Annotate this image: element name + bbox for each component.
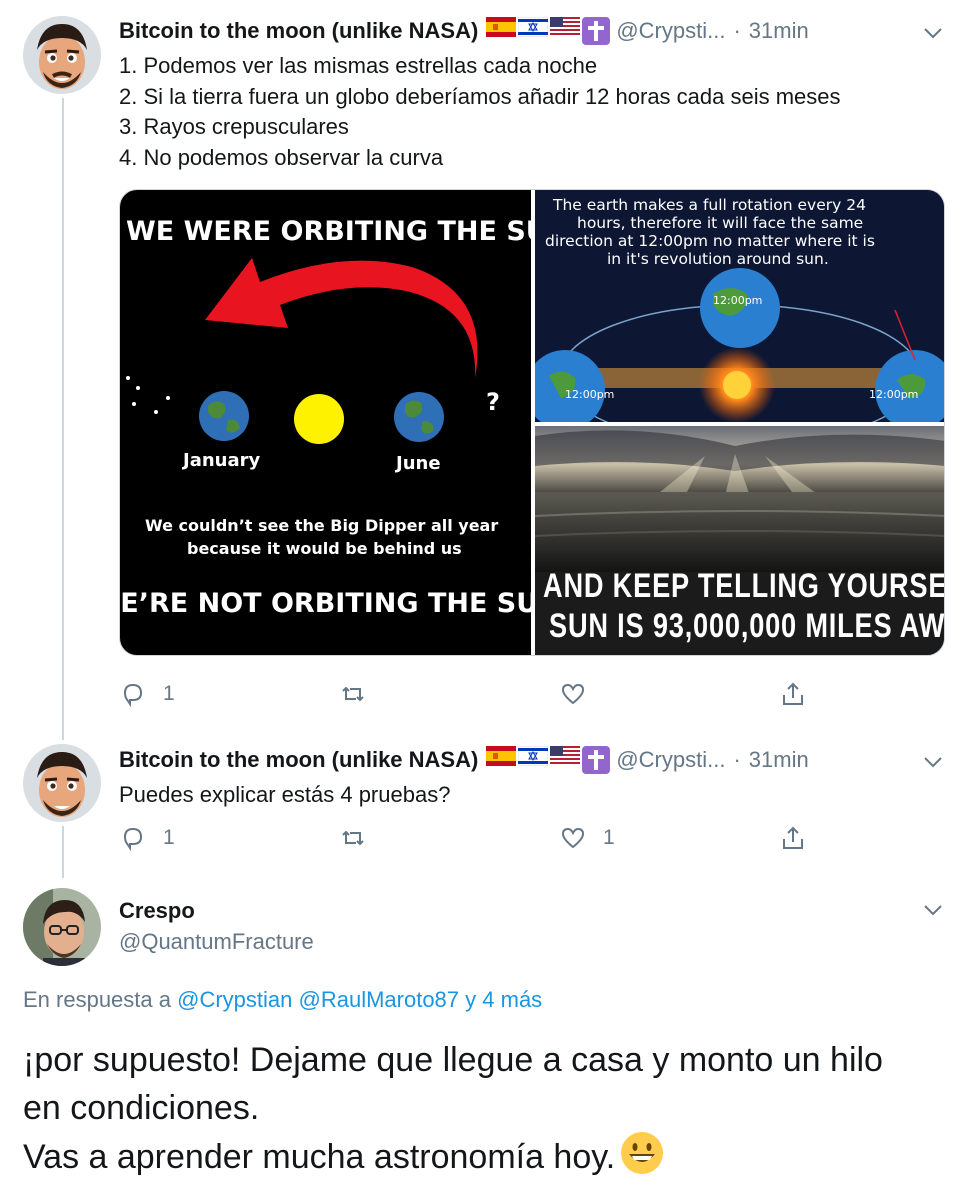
retweet-icon <box>342 686 364 702</box>
image-caption: hours, therefore it will face the same <box>577 214 864 232</box>
latin-cross-icon <box>582 746 611 774</box>
tweet-line: Puedes explicar estás 4 pruebas? <box>119 782 451 807</box>
usa-flag-icon <box>550 746 581 766</box>
sun-icon <box>294 394 344 444</box>
mention-link[interactable]: @Crypstian <box>177 987 292 1012</box>
grinning-face-emoji-icon <box>621 1132 664 1174</box>
label-january: January <box>183 450 261 471</box>
reply-prefix: En respuesta a <box>23 987 171 1012</box>
reply-icon <box>123 827 143 852</box>
separator-dot: · <box>733 18 741 43</box>
thread-connector <box>62 826 64 878</box>
chevron-down-icon[interactable] <box>920 20 946 46</box>
chevron-down-icon[interactable] <box>920 749 946 775</box>
separator-dot: · <box>733 747 741 772</box>
chevron-down-icon[interactable] <box>920 897 946 923</box>
user-handle[interactable]: @Crypsti... <box>616 747 725 773</box>
israel-flag-icon <box>518 746 549 766</box>
image-caption: ’E’RE NOT ORBITING THE SU <box>120 588 531 619</box>
retweet-icon <box>342 830 364 846</box>
tweet-line: 1. Podemos ver las mismas estrellas cada… <box>119 53 598 78</box>
avatar[interactable] <box>23 16 101 94</box>
avatar[interactable] <box>23 744 101 822</box>
share-button[interactable] <box>779 680 807 708</box>
time-label: 12:00pm <box>565 388 615 401</box>
label-june: June <box>396 453 441 474</box>
reply-line: en condiciones. <box>23 1089 260 1127</box>
user-handle[interactable]: @QuantumFracture <box>119 929 314 955</box>
display-name[interactable]: Bitcoin to the moon (unlike NASA) <box>119 747 478 773</box>
reply-button[interactable]: 1 <box>119 680 175 708</box>
tweet-actions: 1 <box>119 680 819 712</box>
reply-icon <box>123 683 143 708</box>
thread-connector <box>62 98 64 740</box>
more-mentions-link[interactable]: y 4 más <box>465 987 542 1012</box>
user-handle[interactable]: @Crypsti... <box>616 18 725 44</box>
image-caption: because it would be behind us <box>187 539 462 558</box>
share-button[interactable] <box>779 824 807 852</box>
like-button[interactable] <box>559 680 603 708</box>
usa-flag-icon <box>550 17 581 37</box>
question-mark: ? <box>486 388 500 416</box>
media-image-orbit[interactable]: WE WERE ORBITING THE SU ? January June W… <box>120 190 531 655</box>
tweet-header: Bitcoin to the moon (unlike NASA) @Cryps… <box>119 17 809 45</box>
like-button[interactable]: 1 <box>559 824 615 852</box>
image-caption: SUN IS 93,000,000 MILES AWAY <box>549 607 945 645</box>
latin-cross-icon <box>582 17 611 45</box>
media-image-sunrays[interactable]: AND KEEP TELLING YOURSELF THAT SUN IS 93… <box>535 426 945 655</box>
timestamp[interactable]: 31min <box>749 747 809 773</box>
reply-line: ¡por supuesto! Dejame que llegue a casa … <box>23 1041 883 1079</box>
share-icon <box>783 682 803 705</box>
time-label: 12:00pm <box>713 294 763 307</box>
heart-icon <box>561 827 585 849</box>
stars-icon <box>126 376 170 414</box>
spain-flag-icon <box>486 746 517 766</box>
red-arrow-icon <box>205 258 478 378</box>
retweet-button[interactable] <box>339 680 383 708</box>
retweet-button[interactable] <box>339 824 383 852</box>
mention-link[interactable]: @RaulMaroto87 <box>299 987 460 1012</box>
israel-flag-icon <box>518 17 549 37</box>
image-caption: WE WERE ORBITING THE SU <box>126 216 531 247</box>
tweet-header: Bitcoin to the moon (unlike NASA) @Cryps… <box>119 746 809 774</box>
display-name[interactable]: Bitcoin to the moon (unlike NASA) <box>119 18 478 44</box>
media-image-rotation[interactable]: The earth makes a full rotation every 24… <box>535 190 944 422</box>
heart-icon <box>561 683 585 705</box>
earth-january-icon <box>199 391 249 441</box>
reply-line: Vas a aprender mucha astronomía hoy. <box>23 1132 953 1181</box>
media-grid: WE WERE ORBITING THE SU ? January June W… <box>119 189 945 656</box>
display-name[interactable]: Crespo <box>119 898 195 924</box>
share-icon <box>783 826 803 849</box>
earth-june-icon <box>394 392 444 442</box>
time-label: 12:00pm <box>869 388 919 401</box>
tweet-text: 1. Podemos ver las mismas estrellas cada… <box>119 51 841 173</box>
reply-context: En respuesta a @Crypstian @RaulMaroto87 … <box>23 987 542 1013</box>
image-caption: direction at 12:00pm no matter where it … <box>545 232 875 250</box>
image-caption: in it's revolution around sun. <box>607 250 829 268</box>
tweet-line: 3. Rayos crepusculares <box>119 114 349 139</box>
tweet-actions: 1 1 <box>119 824 819 856</box>
like-count: 1 <box>603 826 615 849</box>
reply-text: ¡por supuesto! Dejame que llegue a casa … <box>23 1036 953 1181</box>
timestamp[interactable]: 31min <box>749 18 809 44</box>
reply-line-text: Vas a aprender mucha astronomía hoy. <box>23 1138 616 1176</box>
tweet-line: 2. Si la tierra fuera un globo deberíamo… <box>119 83 841 109</box>
reply-button[interactable]: 1 <box>119 824 175 852</box>
image-caption: AND KEEP TELLING YOURSELF THAT <box>543 567 945 605</box>
image-caption: The earth makes a full rotation every 24 <box>553 196 866 214</box>
reply-count: 1 <box>163 826 175 849</box>
spain-flag-icon <box>486 17 517 37</box>
tweet-text: Puedes explicar estás 4 pruebas? <box>119 780 450 811</box>
avatar[interactable] <box>23 888 101 966</box>
tweet-line: 4. No podemos observar la curva <box>119 144 444 170</box>
name-emojis <box>486 746 611 774</box>
reply-count: 1 <box>163 682 175 705</box>
image-caption: We couldn’t see the Big Dipper all year <box>145 516 499 535</box>
name-emojis <box>486 17 611 45</box>
